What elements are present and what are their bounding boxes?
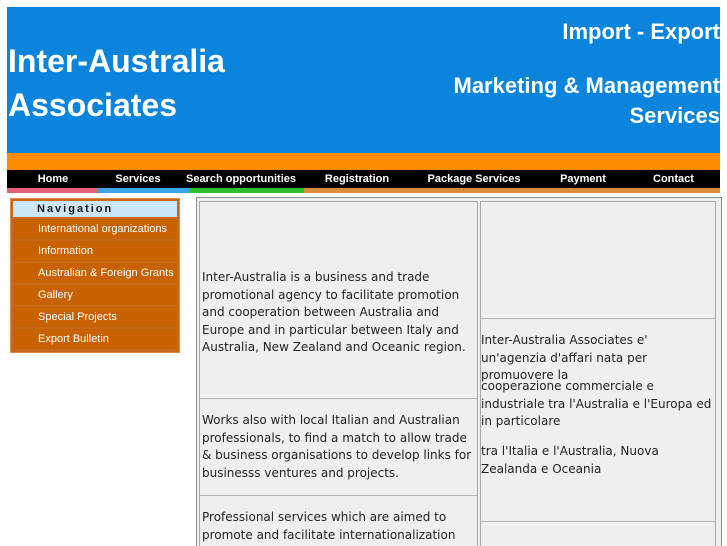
- nav-package-services[interactable]: Package Services: [409, 170, 539, 188]
- italian-column: Inter-Australia Associates e' un'agenzia…: [480, 201, 716, 546]
- header-accent-strip: [7, 153, 720, 170]
- nav-search-opportunities[interactable]: Search opportunities: [177, 170, 305, 188]
- italian-paragraph-cooperation: cooperazione commerciale e industriale t…: [481, 379, 712, 428]
- tagline-import-export: Import - Export: [562, 19, 720, 44]
- site-title-line2: Associates: [8, 87, 177, 123]
- nav-color-bar: [7, 188, 720, 193]
- english-column: Inter-Australia is a business and trade …: [199, 201, 478, 546]
- top-navigation: Home Services Search opportunities Regis…: [7, 170, 720, 188]
- site-header: Inter-Australia Associates Import - Expo…: [7, 7, 720, 153]
- nav-home[interactable]: Home: [7, 170, 99, 188]
- sidebar-item-grants[interactable]: Australian & Foreign Grants: [13, 263, 177, 283]
- italian-paragraph-regions: tra l'Italia e l'Australia, Nuova Zealan…: [481, 444, 659, 476]
- site-title: Inter-Australia Associates: [8, 39, 225, 127]
- divider: [200, 495, 477, 496]
- site-title-line1: Inter-Australia: [8, 43, 225, 79]
- sidebar-item-export-bulletin[interactable]: Export Bulletin: [13, 329, 177, 349]
- nav-services[interactable]: Services: [99, 170, 177, 188]
- sidebar-navigation: Navigation International organizations I…: [10, 198, 180, 353]
- nav-registration[interactable]: Registration: [305, 170, 409, 188]
- italian-paragraph-intro: Inter-Australia Associates e' un'agenzia…: [481, 333, 648, 382]
- divider: [481, 521, 715, 522]
- sidebar-item-information[interactable]: Information: [13, 241, 177, 261]
- tagline-services: Marketing & Management Services: [454, 71, 721, 131]
- tagline-services-line2: Services: [629, 103, 720, 128]
- divider: [481, 318, 715, 319]
- sidebar-item-special-projects[interactable]: Special Projects: [13, 307, 177, 327]
- sidebar-item-international-organizations[interactable]: International organizations: [13, 219, 177, 239]
- nav-payment[interactable]: Payment: [539, 170, 627, 188]
- color-bar-segment: [304, 188, 720, 193]
- color-bar-segment: [7, 188, 98, 193]
- sidebar-heading: Navigation: [13, 201, 177, 217]
- english-paragraph-services: Professional services which are aimed to…: [202, 510, 456, 542]
- english-paragraph-professionals: Works also with local Italian and Austra…: [202, 413, 472, 480]
- tagline-services-line1: Marketing & Management: [453, 73, 721, 98]
- divider: [200, 398, 477, 399]
- english-paragraph-intro: Inter-Australia is a business and trade …: [202, 270, 466, 354]
- sidebar-item-gallery[interactable]: Gallery: [13, 285, 177, 305]
- main-content: Inter-Australia is a business and trade …: [196, 197, 722, 546]
- nav-contact[interactable]: Contact: [627, 170, 720, 188]
- color-bar-segment: [98, 188, 189, 193]
- color-bar-segment: [189, 188, 304, 193]
